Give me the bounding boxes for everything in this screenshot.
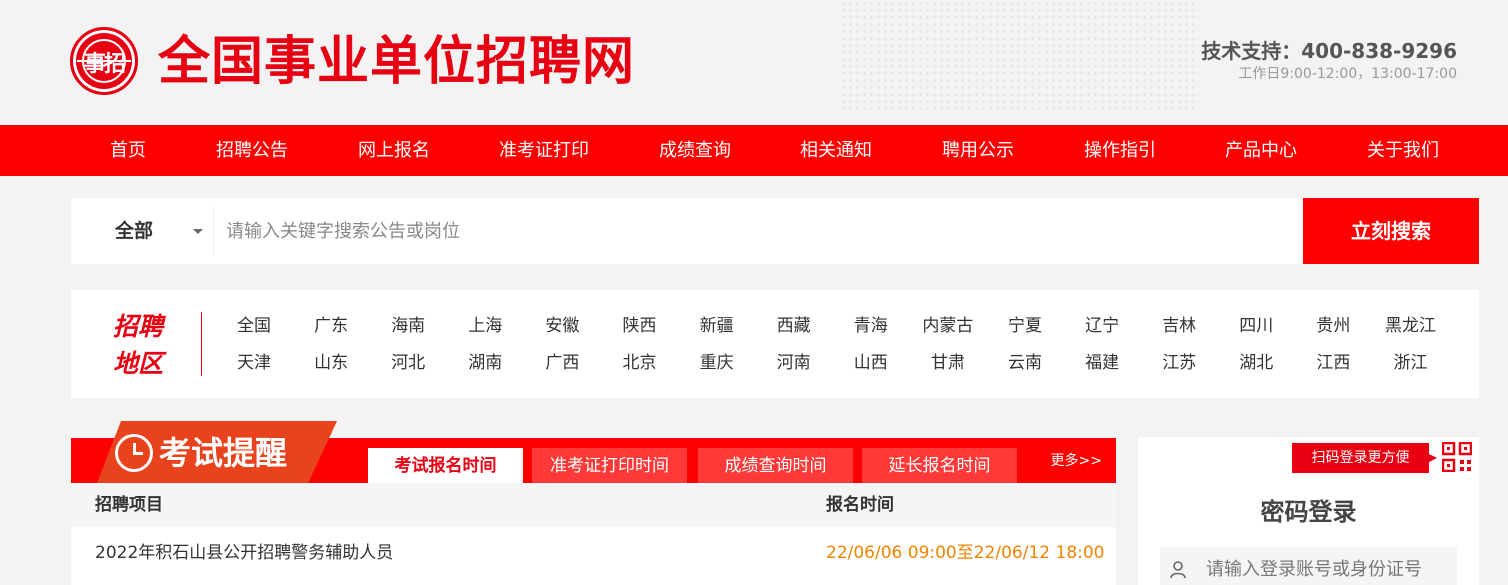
nav-item-guide[interactable]: 操作指引 bbox=[1084, 125, 1156, 176]
nav-item-admission-ticket[interactable]: 准考证打印 bbox=[499, 125, 589, 176]
user-icon bbox=[1170, 561, 1186, 579]
nav-item-products[interactable]: 产品中心 bbox=[1225, 125, 1297, 176]
nav-item-announcements[interactable]: 招聘公告 bbox=[216, 125, 288, 176]
world-map-decoration bbox=[840, 0, 1200, 110]
exam-reminder-title: 考试提醒 bbox=[159, 434, 288, 472]
support-info: 技术支持：400-838-9296 工作日9:00-12:00，13:00-17… bbox=[1201, 38, 1457, 84]
region-link[interactable]: 青海 bbox=[854, 314, 888, 338]
region-link[interactable]: 宁夏 bbox=[1008, 314, 1042, 338]
login-panel: 扫码登录更方便 密码登录 bbox=[1138, 437, 1479, 585]
region-link[interactable]: 北京 bbox=[623, 351, 657, 375]
qr-code-icon[interactable] bbox=[1442, 442, 1472, 472]
region-link[interactable]: 天津 bbox=[237, 351, 271, 375]
region-link[interactable]: 江苏 bbox=[1162, 351, 1196, 375]
region-link[interactable]: 陕西 bbox=[623, 314, 657, 338]
password-login-title: 密码登录 bbox=[1260, 498, 1357, 526]
region-link[interactable]: 内蒙古 bbox=[922, 314, 973, 338]
more-link[interactable]: 更多>> bbox=[1051, 451, 1102, 471]
region-link[interactable]: 安徽 bbox=[545, 314, 579, 338]
search-button[interactable]: 立刻搜索 bbox=[1303, 198, 1479, 264]
search-input[interactable] bbox=[214, 198, 1303, 264]
region-link[interactable]: 贵州 bbox=[1316, 314, 1350, 338]
nav-item-notices[interactable]: 相关通知 bbox=[800, 125, 872, 176]
region-link[interactable]: 云南 bbox=[1008, 351, 1042, 375]
nav-item-home[interactable]: 首页 bbox=[110, 125, 146, 176]
row-signup-time: 22/06/06 09:00至22/06/12 18:00 bbox=[826, 543, 1105, 563]
region-link[interactable]: 甘肃 bbox=[931, 351, 965, 375]
search-bar: 全部 立刻搜索 bbox=[71, 198, 1479, 264]
region-link[interactable]: 辽宁 bbox=[1085, 314, 1119, 338]
nav-item-score-query[interactable]: 成绩查询 bbox=[659, 125, 731, 176]
caret-down-icon[interactable] bbox=[193, 229, 203, 234]
qr-login-tip[interactable]: 扫码登录更方便 bbox=[1292, 443, 1437, 473]
logo-seal-icon[interactable]: 事招 bbox=[70, 27, 138, 95]
region-label: 招聘地区 bbox=[113, 312, 164, 378]
region-link[interactable]: 山东 bbox=[314, 351, 348, 375]
tab-score-query-time[interactable]: 成绩查询时间 bbox=[698, 448, 853, 483]
exam-reminder-panel: 考试提醒 考试报名时间 准考证打印时间 成绩查询时间 延长报名时间 更多>> 招… bbox=[71, 421, 1116, 585]
row-project-name[interactable]: 2022年积石山县公开招聘警务辅助人员 bbox=[95, 527, 393, 579]
nav-item-online-signup[interactable]: 网上报名 bbox=[358, 125, 430, 176]
region-link[interactable]: 湖南 bbox=[468, 351, 502, 375]
region-link[interactable]: 新疆 bbox=[700, 314, 734, 338]
clock-icon bbox=[115, 434, 153, 472]
region-link[interactable]: 上海 bbox=[468, 314, 502, 338]
region-link[interactable]: 山西 bbox=[854, 351, 888, 375]
column-signup-time: 报名时间 bbox=[826, 495, 894, 515]
region-filter: 招聘地区 全国 广东 海南 上海 安徽 陕西 新疆 西藏 青海 内蒙古 宁夏 辽宁 吉林 四川 贵州 黑龙江天… bbox=[71, 290, 1479, 398]
region-link[interactable]: 江西 bbox=[1316, 351, 1350, 375]
region-link[interactable]: 四川 bbox=[1239, 314, 1273, 338]
site-header: 事招 全国事业单位招聘网 技术支持：400-838-9296 工作日9:00-1… bbox=[0, 0, 1508, 125]
region-link[interactable]: 福建 bbox=[1085, 351, 1119, 375]
region-link[interactable]: 西藏 bbox=[777, 314, 811, 338]
region-link[interactable]: 湖北 bbox=[1239, 351, 1273, 375]
tab-signup-time[interactable]: 考试报名时间 bbox=[368, 448, 523, 483]
region-link[interactable]: 浙江 bbox=[1394, 351, 1428, 375]
site-title[interactable]: 全国事业单位招聘网 bbox=[158, 30, 635, 94]
region-divider bbox=[201, 312, 202, 376]
support-hours: 工作日9:00-12:00，13:00-17:00 bbox=[1238, 66, 1457, 82]
tab-ticket-print-time[interactable]: 准考证打印时间 bbox=[532, 448, 687, 483]
region-link[interactable]: 黑龙江 bbox=[1385, 314, 1436, 338]
region-link[interactable]: 广东 bbox=[314, 314, 348, 338]
region-link[interactable]: 海南 bbox=[391, 314, 425, 338]
support-phone: 技术支持：400-838-9296 bbox=[1201, 39, 1457, 63]
nav-item-about[interactable]: 关于我们 bbox=[1367, 125, 1439, 176]
tab-extended-signup-time[interactable]: 延长报名时间 bbox=[862, 448, 1017, 483]
search-scope-select[interactable]: 全部 bbox=[115, 198, 153, 264]
region-link[interactable]: 河南 bbox=[777, 351, 811, 375]
account-field bbox=[1160, 547, 1457, 585]
region-link[interactable]: 河北 bbox=[391, 351, 425, 375]
main-nav: 首页 招聘公告 网上报名 准考证打印 成绩查询 相关通知 聘用公示 操作指引 产… bbox=[0, 125, 1508, 176]
region-link[interactable]: 全国 bbox=[237, 314, 271, 338]
region-link[interactable]: 吉林 bbox=[1162, 314, 1196, 338]
nav-item-hiring-publicity[interactable]: 聘用公示 bbox=[942, 125, 1014, 176]
region-link[interactable]: 重庆 bbox=[700, 351, 734, 375]
account-input[interactable] bbox=[1196, 547, 1451, 585]
table-row[interactable]: 2022年积石山县公开招聘警务辅助人员 22/06/06 09:00至22/06… bbox=[71, 527, 1116, 585]
table-header: 招聘项目 报名时间 bbox=[71, 483, 1116, 527]
region-link[interactable]: 广西 bbox=[545, 351, 579, 375]
column-project: 招聘项目 bbox=[95, 495, 163, 515]
